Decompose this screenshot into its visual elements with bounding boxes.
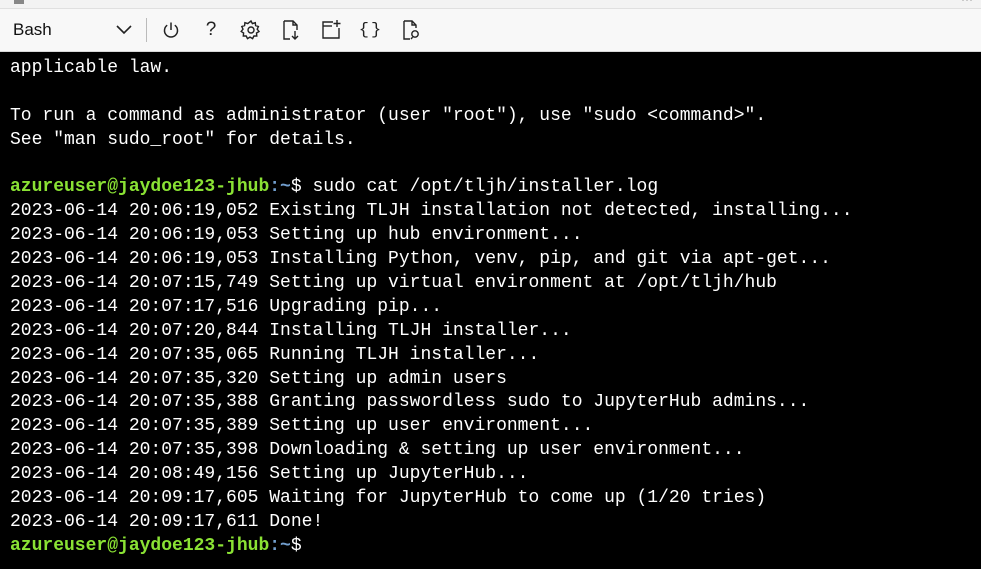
editor-button[interactable]: {} [353, 13, 389, 47]
new-session-icon [320, 19, 342, 41]
window-top-strip: ··· [0, 0, 981, 9]
prompt-symbol: $ [290, 177, 313, 198]
terminal-line: 2023-06-14 20:06:19,052 Existing TLJH in… [10, 201, 853, 222]
terminal-line: 2023-06-14 20:07:35,065 Running TLJH ins… [10, 344, 540, 365]
terminal-line: 2023-06-14 20:07:35,388 Granting passwor… [10, 392, 810, 413]
settings-button[interactable] [233, 13, 269, 47]
terminal-prompt-line: azureuser@jaydoe123-jhub:~$ [10, 535, 981, 559]
shell-type-label: Bash [13, 20, 52, 39]
terminal-line: 2023-06-14 20:09:17,611 Done! [10, 511, 324, 532]
help-icon: ? [205, 19, 217, 40]
restart-button[interactable] [153, 13, 189, 47]
new-session-button[interactable] [313, 13, 349, 47]
prompt-path: :~ [269, 177, 291, 198]
terminal-line: 2023-06-14 20:07:35,398 Downloading & se… [10, 440, 745, 461]
terminal-line: 2023-06-14 20:07:35,320 Setting up admin… [10, 368, 507, 389]
more-options-icon[interactable]: ··· [961, 0, 973, 6]
cloud-shell-toolbar: Bash ? {} [0, 9, 981, 52]
shell-type-dropdown[interactable]: Bash [4, 15, 138, 45]
toolbar-divider [146, 18, 147, 42]
editor-icon: {} [358, 20, 384, 40]
terminal-line: 2023-06-14 20:08:49,156 Setting up Jupyt… [10, 464, 529, 485]
terminal-line: 2023-06-14 20:06:19,053 Installing Pytho… [10, 249, 831, 270]
terminal-prompt-line: azureuser@jaydoe123-jhub:~$ sudo cat /op… [10, 176, 981, 200]
chevron-down-icon [116, 20, 132, 40]
upload-download-button[interactable] [273, 13, 309, 47]
tab-icon [14, 0, 24, 4]
terminal-line: To run a command as administrator (user … [10, 105, 767, 126]
settings-icon [240, 19, 262, 41]
terminal-line: 2023-06-14 20:07:17,516 Upgrading pip... [10, 296, 443, 317]
prompt-symbol: $ [290, 535, 313, 556]
web-preview-button[interactable] [393, 13, 429, 47]
terminal-line: 2023-06-14 20:06:19,053 Setting up hub e… [10, 225, 583, 246]
power-icon [161, 20, 181, 40]
terminal-line: 2023-06-14 20:09:17,605 Waiting for Jupy… [10, 488, 767, 509]
prompt-user: azureuser@jaydoe123-jhub [10, 177, 270, 198]
terminal-line: 2023-06-14 20:07:35,389 Setting up user … [10, 416, 594, 437]
terminal-text: applicable law. To run a command as admi… [0, 52, 981, 559]
help-button[interactable]: ? [193, 13, 229, 47]
prompt-user: azureuser@jaydoe123-jhub [10, 535, 270, 556]
upload-download-icon [280, 19, 302, 41]
terminal-line: See "man sudo_root" for details. [10, 129, 356, 150]
terminal-output[interactable]: applicable law. To run a command as admi… [0, 52, 981, 569]
command-text: sudo cat /opt/tljh/installer.log [312, 177, 659, 198]
prompt-path: :~ [269, 535, 291, 556]
terminal-line: 2023-06-14 20:07:15,749 Setting up virtu… [10, 273, 777, 294]
web-preview-icon [400, 19, 422, 41]
terminal-line: applicable law. [10, 58, 173, 78]
terminal-line: 2023-06-14 20:07:20,844 Installing TLJH … [10, 320, 572, 341]
